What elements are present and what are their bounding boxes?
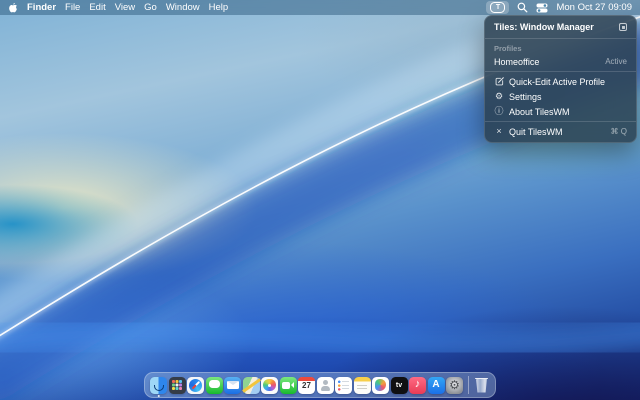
gear-icon: ⚙ — [494, 91, 504, 101]
menu-edit[interactable]: Edit — [89, 0, 105, 15]
tiles-menu-title: Tiles: Window Manager — [494, 22, 594, 32]
square-pencil-icon — [494, 77, 504, 86]
menu-item-label: About TilesWM — [509, 106, 570, 117]
dock-appletv-icon[interactable]: tv — [390, 376, 408, 394]
dock-safari-icon[interactable] — [187, 376, 204, 394]
control-center-button[interactable] — [536, 3, 548, 13]
dock-freeform-icon[interactable] — [372, 376, 389, 394]
profile-active-badge: Active — [605, 57, 627, 66]
running-indicator-dot — [157, 394, 160, 397]
dock-trash-icon[interactable] — [473, 377, 490, 394]
menubar-status-area: T Mon Oct 27 09:09 — [486, 0, 632, 15]
tileswm-statusbar-item[interactable]: T — [486, 1, 510, 14]
menu-window[interactable]: Window — [166, 0, 200, 15]
tiles-menu-header: Tiles: Window Manager — [485, 19, 636, 36]
spotlight-button[interactable] — [517, 2, 528, 13]
profile-name: Homeoffice — [494, 56, 540, 67]
menu-item-profile-homeoffice[interactable]: Homeoffice Active — [485, 54, 636, 69]
menubar-app-name[interactable]: Finder — [27, 0, 56, 15]
search-icon — [518, 2, 528, 13]
control-center-icon — [536, 3, 548, 12]
dock-finder-icon[interactable] — [150, 376, 167, 397]
info-circle-icon: ⓘ — [494, 106, 504, 116]
menu-item-label: Quit TilesWM — [509, 126, 563, 137]
menu-help[interactable]: Help — [209, 0, 229, 15]
menu-item-settings[interactable]: ⚙ Settings — [485, 89, 636, 104]
menu-separator — [485, 38, 636, 39]
dock-maps-icon[interactable] — [242, 376, 260, 394]
menu-separator — [485, 71, 636, 72]
menu-file[interactable]: File — [65, 0, 80, 15]
quit-shortcut: ⌘ Q — [610, 127, 627, 136]
dock-calendar-icon[interactable]: 27 — [298, 376, 315, 394]
dock-appstore-icon[interactable] — [427, 376, 445, 394]
menu-bar: Finder File Edit View Go Window Help T M… — [0, 0, 640, 15]
dock-photos-icon[interactable] — [261, 376, 278, 394]
dock-contacts-icon[interactable] — [316, 376, 334, 394]
apple-logo-icon — [9, 2, 17, 12]
apple-menu[interactable] — [8, 2, 18, 14]
menu-item-quick-edit[interactable]: Quick-Edit Active Profile — [485, 74, 636, 89]
dock-separator — [467, 376, 469, 394]
tiles-menu-panel: Tiles: Window Manager Profiles Homeoffic… — [484, 15, 637, 143]
dock-music-icon[interactable] — [409, 376, 426, 394]
dock-appletv-label: tv — [395, 381, 403, 389]
dock-facetime-icon[interactable] — [279, 376, 297, 394]
dock-launchpad-icon[interactable] — [168, 376, 186, 394]
dock-settings-icon[interactable] — [446, 376, 463, 394]
dock-mail-icon[interactable] — [224, 376, 241, 394]
menu-go[interactable]: Go — [144, 0, 157, 15]
menu-view[interactable]: View — [115, 0, 135, 15]
menu-item-quit[interactable]: × Quit TilesWM ⌘ Q — [485, 124, 636, 139]
menubar-clock[interactable]: Mon Oct 27 09:09 — [556, 0, 632, 15]
dock-reminders-icon[interactable] — [335, 376, 352, 394]
open-window-icon[interactable] — [619, 23, 627, 31]
profiles-section-label: Profiles — [494, 44, 522, 53]
menu-item-label: Settings — [509, 91, 542, 102]
dock-messages-icon[interactable] — [205, 376, 223, 394]
menu-item-label: Quick-Edit Active Profile — [509, 76, 606, 87]
dock-calendar-label: 27 — [302, 380, 311, 390]
menu-separator — [485, 121, 636, 122]
menu-item-about[interactable]: ⓘ About TilesWM — [485, 104, 636, 119]
tileswm-icon: T — [490, 2, 506, 13]
dock: 27 tv — [144, 372, 496, 398]
xmark-icon: × — [496, 126, 502, 136]
dock-notes-icon[interactable] — [353, 376, 371, 394]
